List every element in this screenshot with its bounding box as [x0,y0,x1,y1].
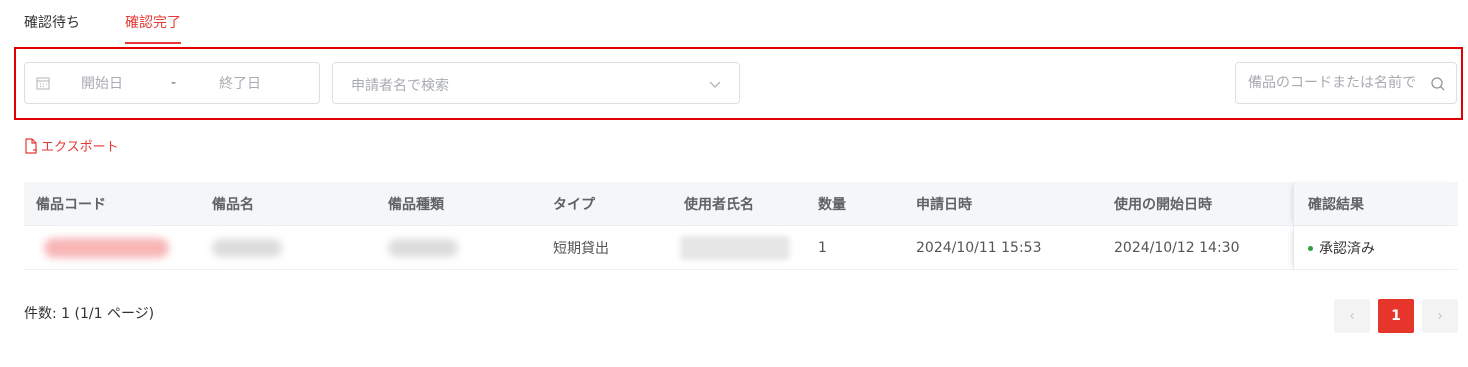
current-page-button[interactable]: 1 [1378,299,1414,333]
export-file-icon [25,137,37,154]
chevron-down-icon [709,78,721,90]
header-user-name[interactable]: 使用者氏名 [684,182,754,226]
table-header: 備品コード 備品名 備品種類 タイプ 使用者氏名 数量 申請日時 使用の開始日時… [24,182,1458,226]
cell-item-category-redacted [388,226,458,270]
table-row[interactable]: 短期貸出 1 2024/10/11 15:53 2024/10/12 14:30… [24,226,1458,270]
cell-item-code-redacted [36,226,169,270]
cell-user-name-redacted [680,226,790,270]
export-button[interactable]: エクスポート [24,136,119,155]
date-range-picker[interactable]: 開始日 - 終了日 [24,62,320,104]
item-search-input[interactable] [1236,63,1424,103]
start-date-input[interactable]: 開始日 [81,73,151,93]
item-search-field[interactable] [1235,62,1457,104]
header-quantity[interactable]: 数量 [818,182,846,226]
next-page-button[interactable]: › [1422,299,1458,333]
record-count: 件数: 1 (1/1 ページ) [24,306,155,322]
cell-start-at: 2024/10/12 14:30 [1114,240,1240,256]
cell-applied-at: 2024/10/11 15:53 [916,240,1042,256]
cell-item-name-redacted [212,226,282,270]
header-item-code[interactable]: 備品コード [36,182,106,226]
tab-pending[interactable]: 確認待ち [24,0,80,44]
search-icon[interactable] [1430,76,1446,92]
header-start-at[interactable]: 使用の開始日時 [1114,182,1212,226]
cell-type: 短期貸出 [553,241,609,257]
tab-completed[interactable]: 確認完了 [125,0,181,44]
header-item-category[interactable]: 備品種類 [388,182,444,226]
status-dot-icon [1308,245,1313,251]
header-result[interactable]: 確認結果 [1293,182,1458,226]
applicant-select-placeholder: 申請者名で検索 [351,78,449,94]
header-applied-at[interactable]: 申請日時 [916,182,972,226]
end-date-input[interactable]: 終了日 [219,73,289,93]
status-badge: 承認済み [1308,238,1375,258]
applicant-select[interactable]: 申請者名で検索 [332,62,740,104]
header-item-name[interactable]: 備品名 [212,182,254,226]
status-label: 承認済み [1319,241,1375,257]
cell-quantity: 1 [818,240,827,256]
calendar-icon [36,76,50,90]
export-label: エクスポート [41,140,119,155]
status-tabs: 確認待ち 確認完了 [24,0,226,44]
prev-page-button[interactable]: ‹ [1334,299,1370,333]
header-type[interactable]: タイプ [553,182,595,226]
date-separator: - [171,75,177,91]
cell-result: 承認済み [1293,226,1458,270]
equipment-table: 備品コード 備品名 備品種類 タイプ 使用者氏名 数量 申請日時 使用の開始日時… [24,182,1458,270]
